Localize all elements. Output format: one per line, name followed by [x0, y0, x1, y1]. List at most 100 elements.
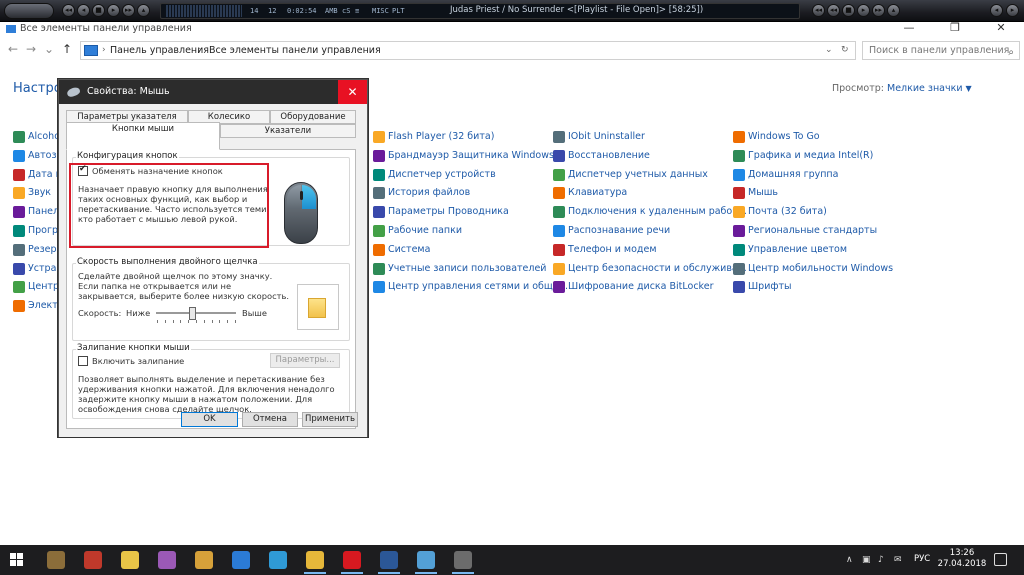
- winamp-r-prev[interactable]: ◂◂: [812, 4, 825, 17]
- cp-item-icon: [733, 149, 745, 162]
- winamp-r-rew[interactable]: ◂◂: [827, 4, 840, 17]
- cp-item-icon: [13, 187, 25, 200]
- breadcrumb-chevron-icon[interactable]: ›: [102, 42, 106, 59]
- winamp-rewind-button[interactable]: ◂: [77, 4, 90, 17]
- cp-item-icon: [373, 225, 385, 237]
- winamp-eject-button[interactable]: ▴: [137, 4, 150, 17]
- minimize-button[interactable]: —: [886, 20, 932, 36]
- taskbar-app-icon-4[interactable]: [158, 551, 176, 569]
- winamp-play-button[interactable]: ▸: [107, 4, 120, 17]
- taskbar-word-icon[interactable]: [380, 551, 398, 569]
- cp-item-label: Мышь: [748, 187, 778, 199]
- cp-item-label: Диспетчер учетных данных: [568, 168, 708, 180]
- search-input[interactable]: Поиск в панели управления ⌕: [862, 41, 1020, 60]
- cp-item-icon: [553, 149, 565, 162]
- winamp-r-play[interactable]: ▸: [857, 4, 870, 17]
- recent-dropdown-icon[interactable]: ⌄: [42, 42, 56, 56]
- dbl-desc-1: Сделайте двойной щелчок по этому значку.: [78, 271, 273, 281]
- winamp-next-button[interactable]: ▸▸: [122, 4, 135, 17]
- cp-item-icon: [553, 168, 565, 181]
- cp-item-icon: [553, 225, 565, 237]
- taskbar-app-icon-5[interactable]: [195, 551, 213, 569]
- cp-item-label: Почта (32 бита): [748, 206, 827, 218]
- winamp-r-next[interactable]: ▸▸: [872, 4, 885, 17]
- slider-tick: [219, 320, 221, 323]
- cp-item-icon: [733, 131, 745, 143]
- cp-item-label: Flash Player (32 бита): [388, 131, 495, 142]
- taskbar-app-icon-6[interactable]: [232, 551, 250, 569]
- taskbar-opera-icon[interactable]: [343, 551, 361, 569]
- taskbar-app-icon-11[interactable]: [417, 551, 435, 569]
- forward-arrow-icon[interactable]: →: [24, 42, 38, 56]
- cp-item-label: Брандмауэр Защитника Windows: [388, 149, 554, 161]
- tab-buttons[interactable]: Кнопки мыши: [66, 122, 220, 150]
- test-folder-area[interactable]: [297, 284, 339, 330]
- clock-time: 13:26: [949, 548, 975, 558]
- cancel-button[interactable]: Отмена: [242, 412, 298, 427]
- network-icon[interactable]: ▣: [862, 555, 871, 565]
- tab-hardware[interactable]: Оборудование: [270, 110, 356, 124]
- cp-item-icon: [373, 187, 385, 200]
- tray-overflow-icon[interactable]: ∧: [846, 555, 853, 565]
- maximize-button[interactable]: ❐: [932, 20, 978, 36]
- dbl-desc-3: закрывается, выберите более низкую скоро…: [78, 291, 289, 301]
- back-arrow-icon[interactable]: ←: [6, 42, 20, 56]
- cp-item-icon: [373, 281, 385, 294]
- view-mode-dropdown[interactable]: Мелкие значки ▼: [887, 83, 972, 94]
- winamp-r-stop[interactable]: ■: [842, 4, 855, 17]
- taskbar-app-icon-7[interactable]: [269, 551, 287, 569]
- message-icon[interactable]: ✉: [894, 555, 902, 565]
- chevron-down-icon: ▼: [965, 84, 972, 93]
- mouse-illustration-icon: [284, 182, 318, 244]
- taskbar-app-icon-1[interactable]: [47, 551, 65, 569]
- winamp-r-eject[interactable]: ▴: [887, 4, 900, 17]
- address-dropdown-icon[interactable]: ⌄: [825, 42, 833, 59]
- winamp-vol-down[interactable]: ◂: [990, 4, 1003, 17]
- cp-item-icon: [373, 131, 385, 143]
- apply-button[interactable]: Применить: [302, 412, 358, 427]
- refresh-icon[interactable]: ↻: [841, 42, 849, 59]
- up-arrow-icon[interactable]: ↑: [60, 42, 74, 56]
- cp-item-label: Подключения к удаленным рабоч...: [568, 206, 747, 218]
- dialog-close-button[interactable]: ✕: [338, 80, 367, 104]
- cp-item-label: Параметры Проводника: [388, 206, 509, 218]
- cp-item-label: Домашняя группа: [748, 168, 839, 180]
- clock[interactable]: 13:26 27.04.2018: [937, 548, 987, 570]
- input-language[interactable]: РУС: [914, 554, 930, 564]
- breadcrumb-all-items[interactable]: Все элементы панели управления: [209, 42, 381, 59]
- taskbar-app-icon-2[interactable]: [84, 551, 102, 569]
- taskbar-mouse-icon[interactable]: [454, 551, 472, 569]
- winamp-misc: MISC: [372, 7, 389, 15]
- mouse-left-button-icon: [287, 185, 301, 209]
- view-mode-value: Мелкие значки: [887, 83, 963, 94]
- cp-item-label: Региональные стандарты: [748, 225, 878, 236]
- clicklock-label: Включить залипание: [92, 356, 185, 366]
- winamp-vol-up[interactable]: ▸: [1006, 4, 1019, 17]
- winamp-logo[interactable]: [4, 3, 54, 19]
- double-click-speed-slider[interactable]: [156, 307, 236, 320]
- slider-tick: [157, 320, 158, 323]
- breadcrumb-control-panel[interactable]: Панель управления: [110, 42, 209, 59]
- cp-item-icon: [13, 243, 25, 256]
- tab-pointers-right[interactable]: Указатели: [220, 124, 356, 138]
- clicklock-checkbox[interactable]: [78, 356, 88, 366]
- address-bar[interactable]: › Панель управления › Все элементы панел…: [80, 41, 856, 60]
- taskbar-app-icon-3[interactable]: [121, 551, 139, 569]
- winamp-stop-button[interactable]: ■: [92, 4, 105, 17]
- slider-tick: [227, 320, 229, 323]
- cp-item-label: Центр безопасности и обслужива...: [568, 262, 747, 274]
- ok-button[interactable]: OK: [181, 412, 238, 427]
- cp-item-icon: [373, 149, 385, 162]
- taskbar-folder-icon[interactable]: [306, 551, 324, 569]
- volume-icon[interactable]: ♪: [878, 555, 884, 565]
- start-button-windows-icon[interactable]: [10, 553, 24, 567]
- breadcrumb-chevron-icon[interactable]: ›: [198, 42, 202, 59]
- slider-thumb[interactable]: [189, 307, 196, 320]
- winamp-bar: ◂◂ ◂ ■ ▸ ▸▸ ▴ 14 12 0:02:54 AMB cS ≡ MIS…: [0, 0, 1024, 22]
- action-center-icon[interactable]: [994, 553, 1007, 566]
- winamp-prev-button[interactable]: ◂◂: [62, 4, 75, 17]
- close-button[interactable]: ✕: [978, 20, 1024, 36]
- cp-item-label: Центр управления сетями и общи...: [388, 281, 569, 293]
- clock-date: 27.04.2018: [937, 559, 987, 569]
- clicklock-settings-button[interactable]: Параметры...: [270, 353, 340, 368]
